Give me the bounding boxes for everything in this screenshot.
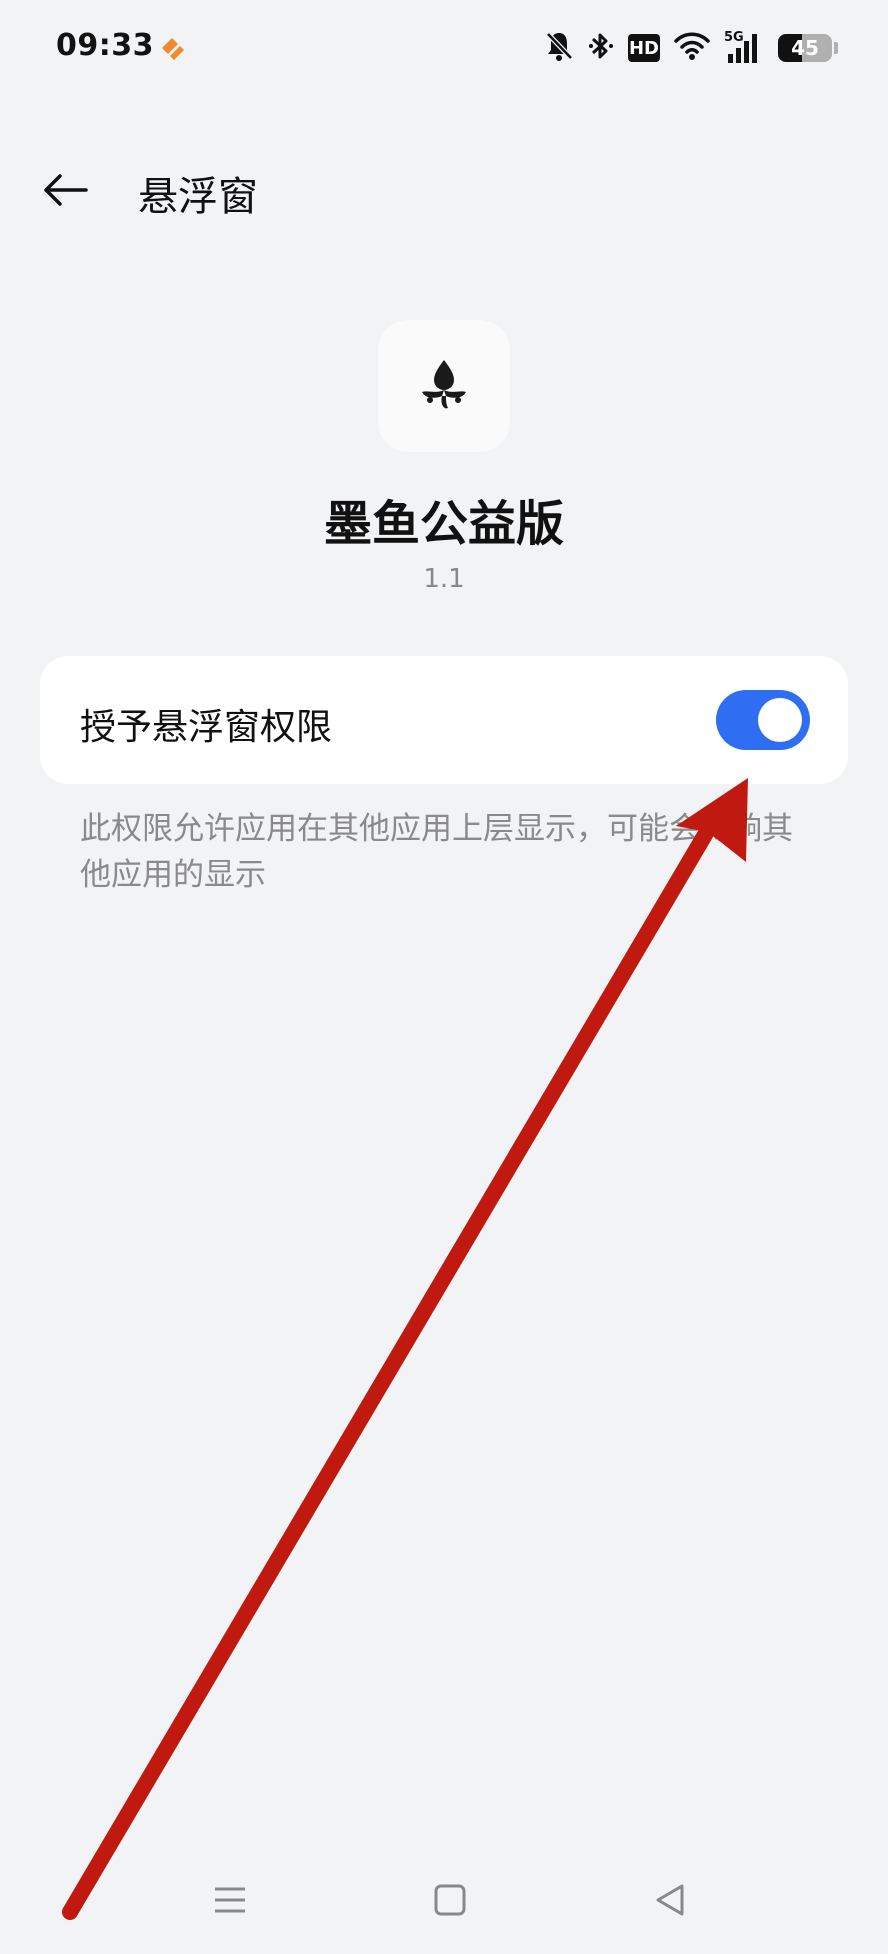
app-notification-icon bbox=[156, 34, 188, 64]
home-button[interactable] bbox=[428, 1878, 472, 1922]
page-title: 悬浮窗 bbox=[138, 174, 258, 220]
battery-icon: 45 bbox=[778, 34, 832, 62]
bluetooth-icon bbox=[588, 30, 614, 66]
back-triangle-icon bbox=[656, 1884, 684, 1916]
status-icons: HD 5G 45 bbox=[544, 28, 838, 68]
status-bar: 09:33 HD 5G 45 bbox=[0, 0, 888, 100]
cellular-5g-icon: 5G bbox=[724, 30, 764, 64]
permission-row[interactable]: 授予悬浮窗权限 bbox=[40, 656, 848, 784]
app-version: 1.1 bbox=[423, 564, 465, 594]
annotation-arrow-icon bbox=[62, 778, 748, 1920]
toggle-knob bbox=[758, 698, 802, 742]
home-icon bbox=[434, 1884, 466, 1916]
back-nav-button[interactable] bbox=[648, 1878, 692, 1922]
menu-icon bbox=[215, 1887, 245, 1913]
permission-label: 授予悬浮窗权限 bbox=[80, 707, 333, 748]
back-button[interactable] bbox=[36, 160, 96, 220]
wifi-icon bbox=[674, 31, 710, 65]
app-logo-icon bbox=[378, 320, 510, 452]
app-name: 墨鱼公益版 bbox=[323, 496, 564, 552]
battery-level: 45 bbox=[791, 36, 819, 60]
hd-icon: HD bbox=[628, 34, 660, 62]
notification-off-icon bbox=[544, 30, 574, 66]
menu-button[interactable] bbox=[208, 1878, 252, 1922]
overlay-permission-toggle[interactable] bbox=[716, 690, 810, 750]
permission-description: 此权限允许应用在其他应用上层显示，可能会影响其他应用的显示 bbox=[80, 811, 793, 893]
navigation-bar bbox=[0, 1860, 888, 1940]
back-arrow-icon bbox=[44, 174, 88, 206]
header: 悬浮窗 bbox=[0, 150, 888, 230]
status-time: 09:33 bbox=[56, 28, 154, 63]
